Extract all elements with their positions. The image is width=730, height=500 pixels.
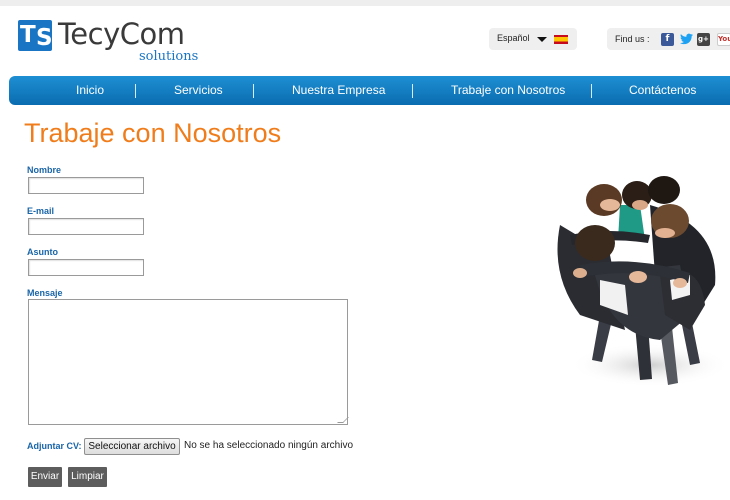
file-status: No se ha seleccionado ningún archivo xyxy=(184,440,353,451)
face xyxy=(655,228,675,238)
person-head xyxy=(586,184,622,216)
language-selector[interactable]: Español xyxy=(489,28,577,50)
logo-name: TecyCom xyxy=(58,17,185,51)
main-nav: Inicio Servicios Nuestra Empresa Trabaje… xyxy=(9,76,730,105)
asunto-label: Asunto xyxy=(27,247,58,257)
hand xyxy=(629,271,647,283)
nav-separator xyxy=(253,84,254,98)
send-button[interactable]: Enviar xyxy=(28,467,62,487)
twitter-icon[interactable] xyxy=(680,33,693,46)
reset-button[interactable]: Limpiar xyxy=(68,467,107,487)
nav-separator xyxy=(135,84,136,98)
team-huddle-image xyxy=(557,176,730,387)
nav-item-nuestra-empresa[interactable]: Nuestra Empresa xyxy=(292,76,385,105)
find-us-label: Find us : xyxy=(615,34,650,44)
nav-item-servicios[interactable]: Servicios xyxy=(174,76,223,105)
cv-label: Adjuntar CV: xyxy=(27,441,82,451)
email-field[interactable] xyxy=(28,218,144,235)
facebook-icon[interactable]: f xyxy=(661,33,674,46)
nav-item-inicio[interactable]: Inicio xyxy=(76,76,104,105)
person-head xyxy=(575,225,615,261)
social-links: Find us : f g+ You xyxy=(607,28,730,50)
hand xyxy=(573,268,587,278)
nav-separator xyxy=(412,84,413,98)
nav-item-contactenos[interactable]: Contáctenos xyxy=(629,76,696,105)
asunto-field[interactable] xyxy=(28,259,144,276)
nav-separator xyxy=(591,84,592,98)
nombre-label: Nombre xyxy=(27,165,62,175)
choose-file-button[interactable]: Seleccionar archivo xyxy=(84,438,180,455)
logo-mark-s: S xyxy=(36,25,53,51)
email-label: E-mail xyxy=(27,206,55,216)
person-head xyxy=(648,176,680,204)
youtube-icon[interactable]: You xyxy=(717,33,730,46)
spain-flag-icon xyxy=(554,35,568,44)
mensaje-label: Mensaje xyxy=(27,288,63,298)
tecycom-logo[interactable]: T S TecyCom solutions xyxy=(18,17,218,64)
top-strip xyxy=(0,0,730,6)
logo-mark-t: T xyxy=(20,22,36,48)
face xyxy=(600,199,620,211)
hand xyxy=(673,278,687,288)
language-label: Español xyxy=(497,33,530,43)
resize-grip-icon[interactable] xyxy=(337,417,349,423)
chevron-down-icon xyxy=(537,37,547,42)
logo-mark: T S xyxy=(18,20,53,51)
page-title: Trabaje con Nosotros xyxy=(24,118,282,148)
mensaje-textarea[interactable] xyxy=(28,299,349,425)
nombre-field[interactable] xyxy=(28,177,144,194)
google-plus-icon[interactable]: g+ xyxy=(697,33,710,46)
nav-item-trabaje-con-nosotros[interactable]: Trabaje con Nosotros xyxy=(451,76,565,105)
logo-subtitle: solutions xyxy=(139,49,199,64)
face xyxy=(632,200,648,210)
